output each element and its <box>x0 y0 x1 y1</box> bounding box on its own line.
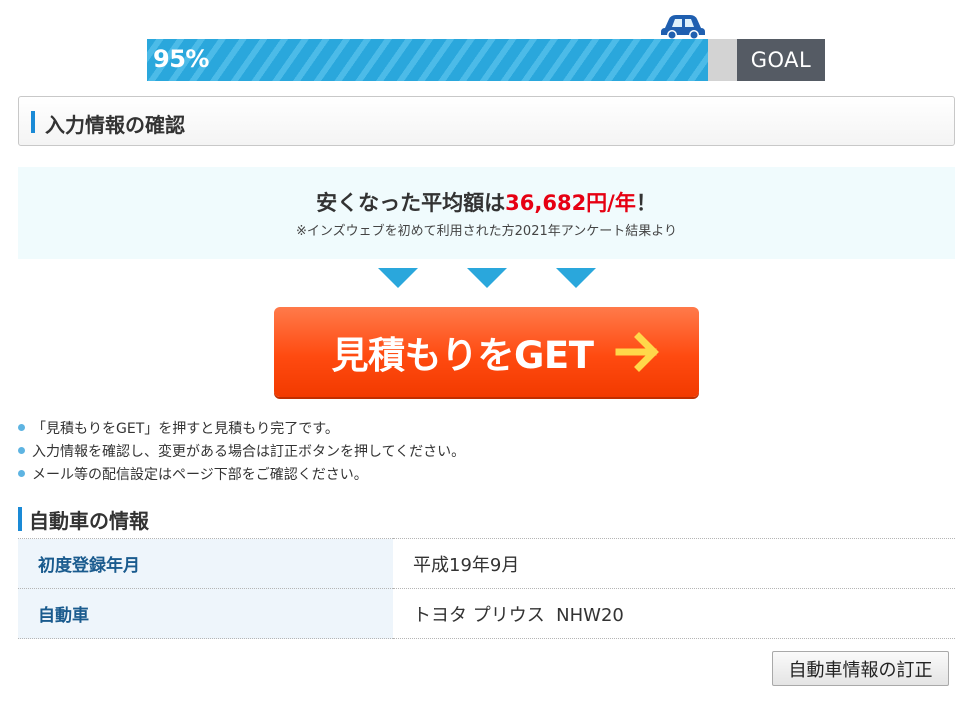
bullet-icon <box>18 470 25 477</box>
down-arrow-icon <box>556 268 596 288</box>
down-arrow-icon <box>467 268 507 288</box>
savings-panel: 安くなった平均額は36,682円/年！ ※インズウェブを初めて利用された方202… <box>18 167 955 259</box>
car-info-heading: 自動車の情報 <box>18 506 149 533</box>
progress-indicator: 95% GOAL <box>147 10 825 82</box>
progress-fill <box>147 39 708 81</box>
instruction-notes: 「見積もりをGET」を押すと見積もり完了です。 入力情報を確認し、変更がある場合… <box>18 416 465 485</box>
note-text: 入力情報を確認し、変更がある場合は訂正ボタンを押してください。 <box>32 443 466 460</box>
heading-accent-bar <box>18 507 22 531</box>
savings-headline-prefix: 安くなった平均額は <box>316 191 506 215</box>
down-arrows <box>378 268 598 290</box>
note-text: 「見積もりをGET」を押すと見積もり完了です。 <box>32 420 339 437</box>
arrow-right-icon <box>615 332 660 372</box>
bullet-icon <box>18 447 25 454</box>
bullet-icon <box>18 424 25 431</box>
savings-headline-suffix: ！ <box>635 191 657 215</box>
section-title: 入力情報の確認 <box>45 113 185 137</box>
down-arrow-icon <box>378 268 418 288</box>
table-row: 自動車 トヨタ プリウス NHW20 <box>18 588 955 639</box>
row-label: 自動車 <box>18 588 393 639</box>
note-text: メール等の配信設定はページ下部をご確認ください。 <box>32 466 368 483</box>
savings-headline: 安くなった平均額は36,682円/年！ <box>18 187 955 217</box>
list-item: 入力情報を確認し、変更がある場合は訂正ボタンを押してください。 <box>18 439 465 462</box>
row-value: トヨタ プリウス NHW20 <box>413 604 624 626</box>
goal-label: GOAL <box>737 39 825 81</box>
savings-amount: 36,682円/年 <box>505 191 636 215</box>
edit-car-info-button[interactable]: 自動車情報の訂正 <box>772 651 949 686</box>
progress-percent: 95% <box>153 45 209 73</box>
get-estimate-button[interactable]: 見積もりをGET <box>274 307 699 397</box>
list-item: メール等の配信設定はページ下部をご確認ください。 <box>18 462 465 485</box>
row-label: 初度登録年月 <box>18 538 393 589</box>
table-row: 初度登録年月 平成19年9月 <box>18 538 955 589</box>
progress-bar: 95% <box>147 39 737 81</box>
car-info-table: 初度登録年月 平成19年9月 自動車 トヨタ プリウス NHW20 <box>18 538 955 639</box>
list-item: 「見積もりをGET」を押すと見積もり完了です。 <box>18 416 465 439</box>
car-icon <box>661 15 705 40</box>
car-info-title: 自動車の情報 <box>29 508 149 533</box>
savings-note: ※インズウェブを初めて利用された方2021年アンケート結果より <box>296 224 677 239</box>
row-value: 平成19年9月 <box>413 554 520 576</box>
section-header: 入力情報の確認 <box>18 96 955 146</box>
section-accent-bar <box>31 111 35 133</box>
get-estimate-label: 見積もりをGET <box>331 334 594 377</box>
